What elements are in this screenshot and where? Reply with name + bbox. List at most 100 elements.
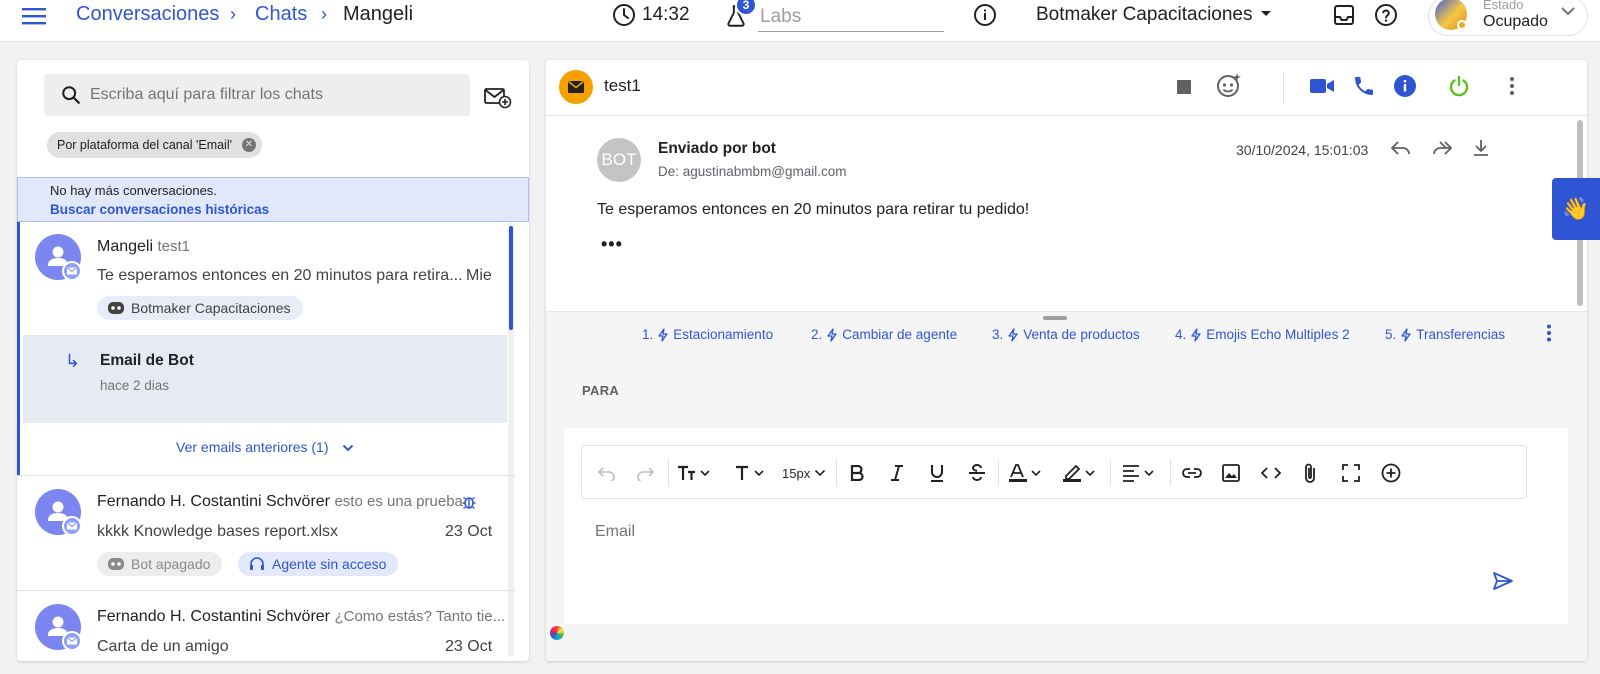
font-family-dropdown[interactable] xyxy=(734,461,768,485)
see-previous-emails-button[interactable]: Ver emails anteriores (1) xyxy=(176,439,354,455)
text-size-icon xyxy=(678,465,710,480)
breadcrumb-current: Mangeli xyxy=(343,3,414,25)
underline-icon[interactable] xyxy=(930,461,944,485)
chat-filter-input[interactable] xyxy=(90,74,460,116)
email-channel-icon xyxy=(62,631,82,651)
conversation-header: test1 xyxy=(546,60,1587,116)
highlight-icon xyxy=(1063,464,1095,482)
chat-date: Mie xyxy=(466,267,492,284)
quick-reply-label: Transferencias xyxy=(1416,327,1506,342)
bot-off-tag: Bot apagado xyxy=(97,552,223,576)
chat-item-active[interactable]: Mangeli test1 Te esperamos entonces en 2… xyxy=(17,222,515,475)
company-selector[interactable]: Botmaker Capacitaciones xyxy=(1036,4,1253,26)
power-icon[interactable] xyxy=(1447,74,1471,98)
download-icon[interactable] xyxy=(1472,138,1490,158)
chat-date: 23 Oct xyxy=(445,523,493,540)
resize-handle[interactable] xyxy=(1043,316,1067,320)
bolt-icon xyxy=(1191,327,1201,342)
code-icon[interactable] xyxy=(1261,461,1281,485)
new-email-icon[interactable] xyxy=(484,86,512,110)
italic-icon[interactable] xyxy=(890,461,904,485)
stop-icon[interactable] xyxy=(1177,80,1191,94)
subdirectory-arrow-icon: ↳ xyxy=(65,351,81,371)
labs-input[interactable] xyxy=(758,2,944,32)
info-banner: No hay más conversaciones. Buscar conver… xyxy=(17,177,529,222)
bolt-icon xyxy=(1008,327,1018,342)
wave-hand-icon[interactable]: 👋 xyxy=(1552,178,1600,240)
phone-icon[interactable] xyxy=(1352,74,1376,98)
chat-item[interactable]: Fernando H. Costantini Schvörer ¿Como es… xyxy=(17,590,515,661)
bold-icon[interactable] xyxy=(850,461,864,485)
chat-preview: Carta de un amigo xyxy=(97,638,229,655)
filter-chip[interactable]: Por plataforma del canal 'Email' ✕ xyxy=(47,132,262,158)
chat-preview: Te esperamos entonces en 20 minutos para… xyxy=(97,267,463,284)
quick-reply-1[interactable]: 1. Estacionamiento xyxy=(642,327,773,342)
breadcrumb-conversaciones[interactable]: Conversaciones xyxy=(76,3,219,26)
email-channel-icon xyxy=(559,70,593,104)
font-size-dropdown[interactable]: 15px xyxy=(782,461,826,485)
inbox-icon[interactable] xyxy=(1332,3,1356,27)
chat-name: Fernando H. Costantini Schvörer esto es … xyxy=(97,493,463,511)
email-body: Te esperamos entonces en 20 minutos para… xyxy=(597,201,1030,218)
chevron-down-icon xyxy=(343,445,354,452)
sub-email-item[interactable]: ↳ Email de Bot hace 2 dias xyxy=(23,335,507,423)
chat-name: Fernando H. Costantini Schvörer ¿Como es… xyxy=(97,608,505,626)
email-body-input[interactable]: Email xyxy=(595,523,635,541)
add-icon[interactable] xyxy=(1381,461,1401,485)
video-icon[interactable] xyxy=(1309,76,1335,96)
text-format-icon xyxy=(736,465,764,480)
reply-icon[interactable] xyxy=(1390,139,1412,157)
reply-all-icon[interactable] xyxy=(1431,139,1453,157)
text-size-dropdown[interactable] xyxy=(677,461,713,485)
chevron-down-icon[interactable] xyxy=(1560,6,1576,16)
chat-contact-name: Fernando H. Costantini Schvörer xyxy=(97,493,330,510)
redo-icon[interactable] xyxy=(636,461,654,485)
chat-subject: test1 xyxy=(157,238,191,255)
align-dropdown[interactable] xyxy=(1122,461,1158,485)
close-icon[interactable]: ✕ xyxy=(242,138,256,152)
text-color-icon xyxy=(1009,464,1041,482)
breadcrumb-chats[interactable]: Chats xyxy=(255,3,307,26)
show-more-ellipsis[interactable]: ••• xyxy=(601,234,623,255)
quick-reply-label: Venta de productos xyxy=(1023,327,1140,342)
text-color-dropdown[interactable] xyxy=(1008,461,1044,485)
image-icon[interactable] xyxy=(1222,461,1240,485)
bot-avatar: BOT xyxy=(597,138,641,182)
quick-reply-4[interactable]: 4. Emojis Echo Multiples 2 xyxy=(1175,327,1350,342)
quick-reply-number: 2. xyxy=(811,327,823,342)
from-address: De: agustinabmbm@gmail.com xyxy=(658,164,847,179)
more-vert-icon[interactable] xyxy=(1546,324,1552,342)
send-button[interactable] xyxy=(1492,571,1514,591)
attachment-icon[interactable] xyxy=(1303,461,1317,485)
chat-subject: ¿Como estás? Tanto tie... xyxy=(334,608,506,625)
conversation-panel: test1 BOT Enviado por bot De: agustinabm… xyxy=(546,60,1587,661)
breadcrumb-separator: › xyxy=(321,4,327,24)
search-box xyxy=(44,74,470,116)
sub-email-title: Email de Bot xyxy=(100,352,194,369)
highlight-color-dropdown[interactable] xyxy=(1062,461,1098,485)
conversation-title: test1 xyxy=(604,76,641,95)
dropdown-icon[interactable] xyxy=(1260,10,1272,18)
undo-icon[interactable] xyxy=(598,461,616,485)
email-channel-icon xyxy=(62,516,82,536)
info-filled-icon[interactable] xyxy=(1393,74,1417,98)
menu-icon[interactable] xyxy=(22,5,48,27)
more-vert-icon[interactable] xyxy=(1509,76,1515,96)
headset-icon xyxy=(250,557,264,570)
quick-reply-3[interactable]: 3. Venta de productos xyxy=(992,327,1140,342)
toolbar-divider xyxy=(1110,460,1111,486)
quick-reply-2[interactable]: 2. Cambiar de agente xyxy=(811,327,957,342)
bot-face-icon[interactable] xyxy=(1215,71,1243,99)
strikethrough-icon[interactable] xyxy=(968,461,986,485)
info-icon[interactable] xyxy=(973,3,997,27)
link-icon[interactable] xyxy=(1182,461,1202,485)
status-dot xyxy=(1457,20,1467,30)
breadcrumb-separator: › xyxy=(230,4,236,24)
chat-item[interactable]: Fernando H. Costantini Schvörer esto es … xyxy=(17,475,515,590)
historic-search-link[interactable]: Buscar conversaciones históricas xyxy=(50,202,269,217)
quick-reply-label: Estacionamiento xyxy=(673,327,774,342)
fullscreen-icon[interactable] xyxy=(1342,461,1360,485)
quick-reply-5[interactable]: 5. Transferencias xyxy=(1385,327,1505,342)
color-picker-icon[interactable] xyxy=(550,626,564,640)
help-icon[interactable] xyxy=(1374,3,1398,27)
